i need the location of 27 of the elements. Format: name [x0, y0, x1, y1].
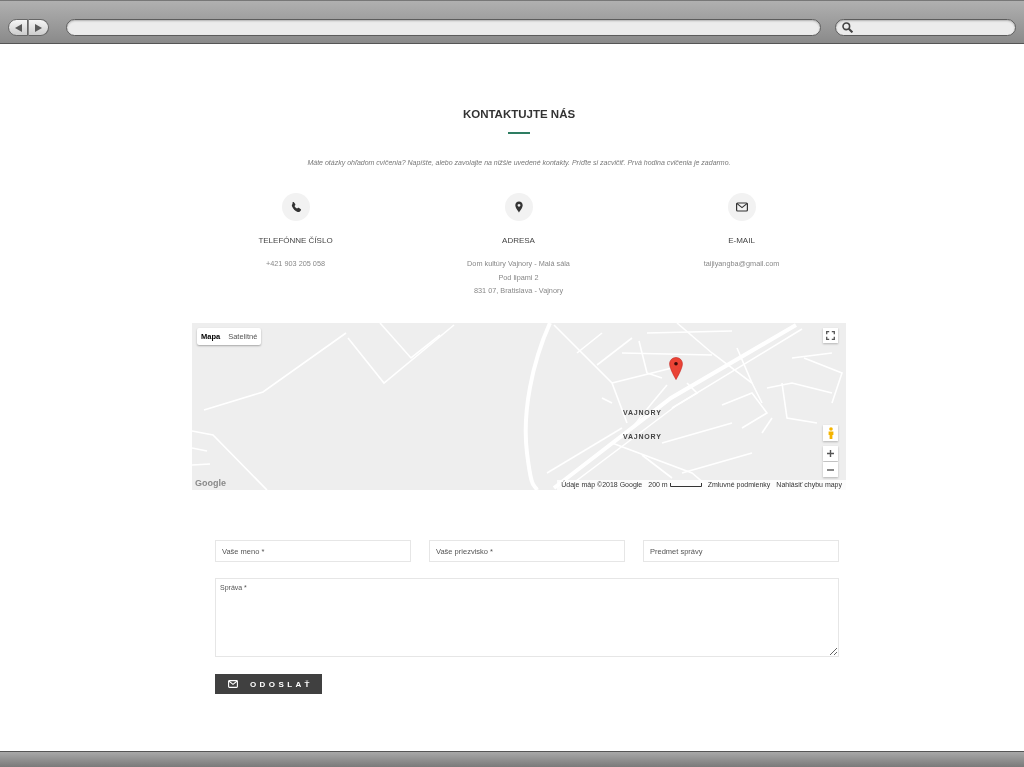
right-triangle-icon [35, 23, 42, 32]
search-icon [842, 22, 853, 33]
contact-label: ADRESA [502, 234, 535, 246]
fullscreen-button[interactable] [823, 328, 838, 343]
contact-label: TELEFÓNNE ČÍSLO [258, 234, 333, 246]
fullscreen-icon [826, 331, 835, 340]
heading-accent-line [508, 132, 530, 134]
contact-label: E-MAIL [728, 234, 755, 246]
back-button[interactable] [8, 19, 28, 36]
forward-button[interactable] [28, 19, 49, 36]
map-marker-icon [669, 357, 683, 380]
person-icon [827, 427, 834, 439]
submit-button[interactable]: ODOSLAŤ [215, 674, 322, 694]
left-triangle-icon [14, 23, 22, 32]
envelope-icon [727, 193, 756, 221]
scale-bar-icon [669, 483, 702, 487]
phone-icon [281, 193, 310, 221]
address-bar[interactable] [66, 19, 821, 36]
plus-icon [827, 450, 834, 457]
map-logo: Google [195, 478, 226, 488]
zoom-in-button[interactable] [823, 446, 838, 461]
section-heading: KONTAKTUJTE NÁS [461, 107, 577, 121]
search-field[interactable] [835, 19, 1016, 36]
location-pin-icon [504, 193, 533, 221]
envelope-icon [228, 680, 238, 688]
zoom-out-button[interactable] [823, 462, 838, 477]
minus-icon [827, 468, 834, 471]
